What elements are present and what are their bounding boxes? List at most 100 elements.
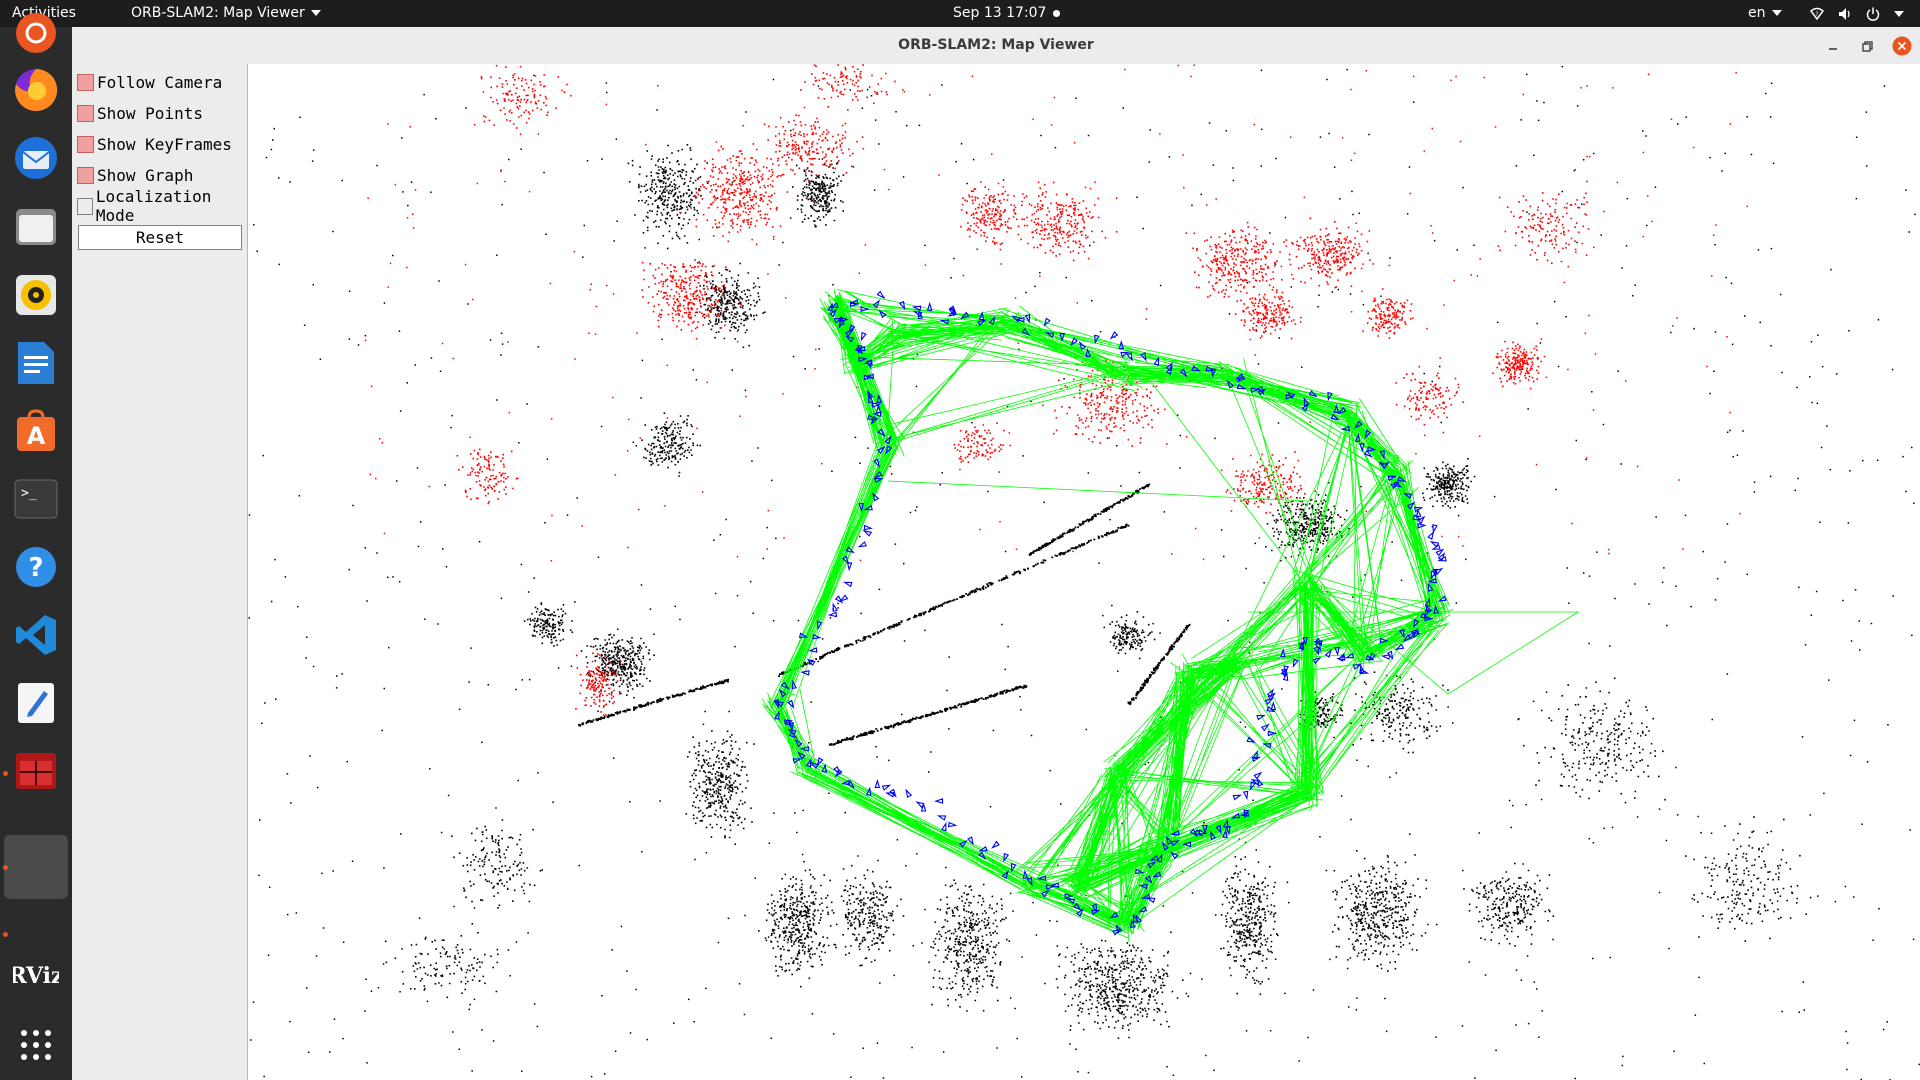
point-line	[1028, 483, 1151, 556]
map-canvas[interactable]	[248, 64, 1920, 1080]
files-icon	[16, 209, 56, 245]
dock-software[interactable]: A	[8, 403, 64, 459]
dock-text-editor[interactable]	[8, 675, 64, 731]
power-icon	[1866, 7, 1880, 21]
dock-orbslam[interactable]	[8, 743, 64, 799]
covisibility-graph	[761, 288, 1580, 944]
dock-terminal[interactable]: >_	[8, 471, 64, 527]
language-menu[interactable]: en	[1748, 0, 1782, 27]
minimize-button[interactable]	[1823, 36, 1843, 56]
title-bar[interactable]: ORB-SLAM2: Map Viewer	[72, 27, 1920, 65]
network-icon: ?	[1810, 7, 1824, 20]
follow-camera-label: Follow Camera	[97, 72, 223, 92]
point-cluster	[1395, 357, 1464, 434]
dock: A >_ ? RViz	[0, 13, 72, 1080]
point-cluster	[1463, 862, 1555, 947]
point-cluster	[1214, 856, 1289, 996]
point-cluster	[1497, 180, 1595, 264]
checkbox-box[interactable]	[77, 197, 93, 215]
point-cluster	[1103, 611, 1156, 660]
options-panel: Follow Camera Show Points Show KeyFrames…	[72, 64, 248, 1080]
dock-show-apps[interactable]	[8, 1017, 64, 1073]
dock-active-window[interactable]	[4, 835, 68, 899]
chevron-down-icon	[1894, 10, 1904, 17]
localization-mode-checkbox[interactable]: Localization Mode	[77, 187, 247, 225]
dock-thunderbird[interactable]	[8, 130, 64, 186]
point-cluster	[685, 730, 755, 845]
point-cluster	[1362, 288, 1414, 339]
point-scatter	[248, 65, 1920, 1080]
firefox-icon	[15, 68, 58, 111]
point-cluster	[1350, 671, 1454, 754]
checkbox-box[interactable]	[77, 135, 94, 153]
show-points-checkbox[interactable]: Show Points	[77, 102, 203, 124]
svg-text:?: ?	[1815, 11, 1818, 18]
point-cluster	[835, 864, 905, 967]
point-cluster	[473, 64, 572, 129]
point-cluster	[641, 259, 742, 340]
volume-icon	[1839, 7, 1850, 20]
terminal-icon: >_	[14, 479, 58, 519]
checkbox-box[interactable]	[77, 104, 94, 122]
dock-vscode[interactable]	[8, 607, 64, 663]
top-bar: Activities ORB-SLAM2: Map Viewer Sep 13 …	[0, 0, 1920, 27]
thunderbird-icon	[15, 137, 57, 179]
show-keyframes-checkbox[interactable]: Show KeyFrames	[77, 133, 232, 155]
show-points-label: Show Points	[97, 103, 203, 123]
running-indicator-icon	[3, 932, 8, 937]
point-line	[578, 678, 730, 727]
dock-files[interactable]	[8, 199, 64, 255]
app-menu-label: ORB-SLAM2: Map Viewer	[131, 5, 305, 21]
software-center-icon: A	[17, 409, 55, 451]
point-cluster	[1422, 458, 1476, 509]
notification-dot-icon	[1053, 10, 1060, 17]
point-cluster	[1283, 217, 1375, 289]
rviz-icon: RViz	[13, 963, 59, 989]
point-cluster	[641, 412, 701, 477]
vscode-icon	[16, 615, 56, 655]
covisibility-edges	[761, 288, 1580, 944]
point-cluster	[1220, 451, 1316, 514]
point-cluster	[456, 448, 519, 505]
follow-camera-checkbox[interactable]: Follow Camera	[77, 71, 222, 93]
dock-help[interactable]: ?	[8, 539, 64, 595]
point-cluster	[928, 879, 1011, 1012]
rviz-label: RViz	[13, 963, 59, 989]
clock[interactable]: Sep 13 17:07	[953, 0, 1046, 27]
show-graph-label: Show Graph	[97, 165, 194, 185]
point-cluster	[575, 652, 625, 716]
map-points	[248, 65, 1920, 1080]
close-button[interactable]	[1892, 36, 1912, 56]
dock-rhythmbox[interactable]	[8, 267, 64, 323]
map-viewer-window: ORB-SLAM2: Map Viewer Follow Camera Show…	[72, 27, 1920, 1080]
point-cluster	[451, 819, 543, 909]
running-indicator-icon	[3, 771, 8, 776]
point-cluster	[758, 860, 837, 988]
app-menu[interactable]: ORB-SLAM2: Map Viewer	[131, 0, 321, 27]
svg-text:?: ?	[28, 553, 43, 583]
chevron-down-icon	[310, 10, 321, 16]
point-cluster	[953, 416, 1011, 473]
checkbox-box[interactable]	[77, 166, 94, 184]
dock-rviz[interactable]: RViz	[8, 947, 64, 1003]
svg-text:A: A	[27, 422, 46, 450]
language-label: en	[1748, 5, 1766, 21]
point-cluster	[1185, 221, 1288, 305]
reset-button[interactable]: Reset	[78, 225, 242, 250]
libreoffice-writer-icon	[18, 342, 54, 384]
point-cluster	[580, 633, 655, 703]
dock-ubuntu[interactable]	[8, 5, 64, 61]
maximize-button[interactable]	[1858, 36, 1878, 56]
point-cluster	[1008, 181, 1118, 262]
system-tray[interactable]: ?	[1810, 0, 1904, 27]
point-line	[828, 684, 1028, 746]
point-cluster	[960, 181, 1018, 251]
point-cluster	[1522, 677, 1666, 804]
map-3d-view[interactable]	[248, 64, 1920, 1080]
dock-writer[interactable]	[8, 335, 64, 391]
point-line	[778, 523, 1130, 677]
dock-firefox[interactable]	[8, 62, 64, 118]
point-scatter	[364, 64, 1748, 562]
checkbox-box[interactable]	[77, 73, 94, 91]
show-graph-checkbox[interactable]: Show Graph	[77, 164, 193, 186]
